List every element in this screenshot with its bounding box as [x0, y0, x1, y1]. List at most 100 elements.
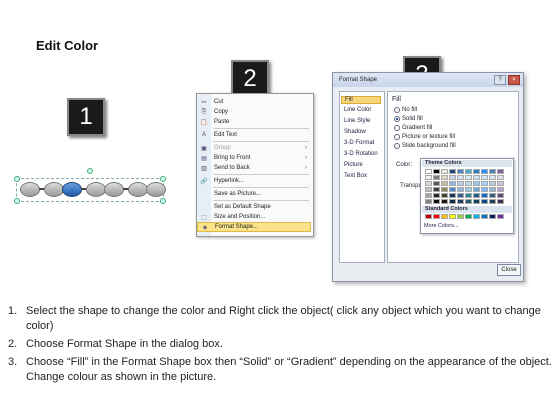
color-swatch[interactable] [457, 193, 464, 198]
color-swatch[interactable] [457, 214, 464, 219]
color-swatch[interactable] [449, 169, 456, 174]
resize-handle[interactable] [160, 176, 166, 182]
color-swatch[interactable] [457, 187, 464, 192]
color-swatch[interactable] [473, 181, 480, 186]
menu-item-set-default-shape[interactable]: Set as Default Shape [197, 202, 311, 212]
oval-shape[interactable] [44, 182, 64, 197]
menu-item-size-and-position[interactable]: ⬚ Size and Position... [197, 212, 311, 222]
option-gradient-fill[interactable]: Gradient fill [394, 125, 432, 131]
oval-shape-selected[interactable] [62, 182, 82, 197]
color-swatch[interactable] [433, 169, 440, 174]
oval-shape[interactable] [146, 182, 166, 197]
radio-button[interactable] [394, 134, 400, 140]
menu-item-save-as-picture[interactable]: Save as Picture... [197, 189, 311, 199]
color-swatch[interactable] [449, 199, 456, 204]
color-swatch[interactable] [481, 181, 488, 186]
color-swatch[interactable] [497, 193, 504, 198]
color-swatch[interactable] [425, 181, 432, 186]
color-swatch[interactable] [481, 214, 488, 219]
color-swatch[interactable] [425, 175, 432, 180]
color-swatch[interactable] [481, 169, 488, 174]
color-swatch[interactable] [489, 169, 496, 174]
color-swatch[interactable] [457, 175, 464, 180]
oval-shape[interactable] [86, 182, 106, 197]
color-swatch[interactable] [497, 175, 504, 180]
option-slide-background-fill[interactable]: Slide background fill [394, 143, 456, 149]
color-swatch[interactable] [465, 169, 472, 174]
color-swatch[interactable] [473, 199, 480, 204]
color-swatch[interactable] [465, 214, 472, 219]
color-swatch[interactable] [497, 181, 504, 186]
color-swatch[interactable] [441, 187, 448, 192]
color-swatch[interactable] [457, 169, 464, 174]
color-swatch[interactable] [489, 199, 496, 204]
color-swatch[interactable] [449, 175, 456, 180]
color-swatch[interactable] [425, 193, 432, 198]
color-swatch[interactable] [433, 193, 440, 198]
nav-item-line-color[interactable]: Line Color [344, 107, 371, 113]
color-swatch[interactable] [473, 187, 480, 192]
color-swatch[interactable] [489, 214, 496, 219]
color-swatch[interactable] [449, 187, 456, 192]
color-swatch[interactable] [425, 187, 432, 192]
rotation-handle[interactable] [87, 168, 93, 174]
option-no-fill[interactable]: No fill [394, 107, 417, 113]
radio-button[interactable] [394, 125, 400, 131]
color-swatch[interactable] [425, 169, 432, 174]
nav-item-line-style[interactable]: Line Style [344, 118, 370, 124]
menu-item-hyperlink[interactable]: 🔗 Hyperlink... [197, 176, 311, 186]
radio-button-selected[interactable] [394, 116, 400, 122]
resize-handle[interactable] [14, 176, 20, 182]
color-swatch[interactable] [433, 181, 440, 186]
color-swatch[interactable] [481, 199, 488, 204]
radio-button[interactable] [394, 107, 400, 113]
color-swatch[interactable] [489, 181, 496, 186]
color-swatch[interactable] [441, 193, 448, 198]
menu-item-copy[interactable]: ⎘ Copy [197, 107, 311, 117]
color-swatch[interactable] [481, 187, 488, 192]
color-swatch[interactable] [489, 193, 496, 198]
help-button[interactable]: ? [494, 75, 506, 85]
close-button[interactable]: Close [497, 264, 521, 276]
color-swatch[interactable] [473, 214, 480, 219]
menu-item-group[interactable]: ▣ Group › [197, 143, 311, 153]
resize-handle[interactable] [14, 198, 20, 204]
color-swatch[interactable] [473, 175, 480, 180]
nav-item-3d-format[interactable]: 3-D Format [344, 140, 374, 146]
color-swatch[interactable] [433, 175, 440, 180]
menu-item-send-to-back[interactable]: ▥ Send to Back › [197, 163, 311, 173]
oval-shape[interactable] [104, 182, 124, 197]
color-swatch[interactable] [433, 187, 440, 192]
color-swatch[interactable] [465, 181, 472, 186]
oval-shape[interactable] [20, 182, 40, 197]
color-swatch[interactable] [465, 193, 472, 198]
color-swatch[interactable] [457, 199, 464, 204]
color-swatch[interactable] [465, 199, 472, 204]
color-swatch[interactable] [433, 214, 440, 219]
color-swatch[interactable] [473, 193, 480, 198]
nav-item-picture[interactable]: Picture [344, 162, 363, 168]
menu-item-bring-to-front[interactable]: ▤ Bring to Front › [197, 153, 311, 163]
color-swatch[interactable] [441, 169, 448, 174]
color-swatch[interactable] [465, 187, 472, 192]
oval-shape[interactable] [128, 182, 148, 197]
color-swatch[interactable] [473, 169, 480, 174]
color-swatch[interactable] [449, 193, 456, 198]
color-swatch[interactable] [425, 199, 432, 204]
close-icon[interactable]: × [508, 75, 520, 85]
color-swatch[interactable] [425, 214, 432, 219]
color-swatch[interactable] [497, 199, 504, 204]
color-swatch[interactable] [481, 193, 488, 198]
nav-item-3d-rotation[interactable]: 3-D Rotation [344, 151, 378, 157]
menu-item-format-shape[interactable]: ◈ Format Shape... [197, 222, 311, 232]
color-swatch[interactable] [465, 175, 472, 180]
resize-handle[interactable] [160, 198, 166, 204]
option-solid-fill[interactable]: Solid fill [394, 116, 423, 122]
nav-item-shadow[interactable]: Shadow [344, 129, 366, 135]
color-swatch[interactable] [497, 169, 504, 174]
menu-item-paste[interactable]: 📋 Paste [197, 117, 311, 127]
more-colors-link[interactable]: More Colors... [424, 223, 459, 229]
nav-item-fill[interactable]: Fill [341, 96, 381, 104]
menu-item-edit-text[interactable]: A Edit Text [197, 130, 311, 140]
color-swatch[interactable] [433, 199, 440, 204]
